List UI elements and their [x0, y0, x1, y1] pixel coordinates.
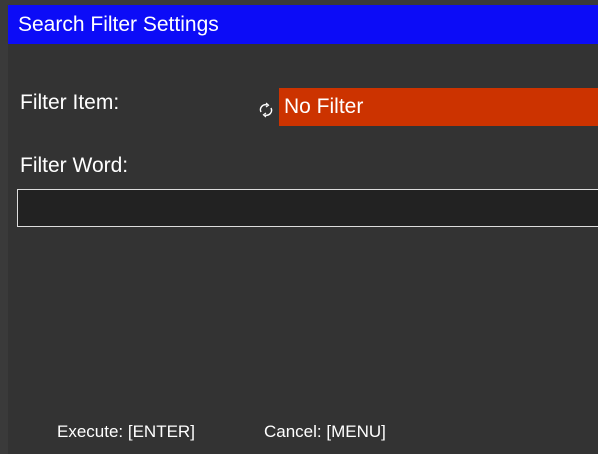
filter-item-selector[interactable]: No Filter — [279, 88, 598, 126]
settings-panel: Filter Item: No Filter Filter Word: Exec… — [8, 44, 598, 454]
footer-hints: Execute: [ENTER] Cancel: [MENU] — [8, 422, 598, 446]
filter-item-label: Filter Item: — [20, 91, 120, 114]
filter-word-label: Filter Word: — [20, 154, 129, 177]
cycle-icon — [258, 102, 274, 118]
search-filter-screen: Search Filter Settings Filter Item: No F… — [0, 0, 598, 454]
filter-item-value: No Filter — [284, 95, 364, 118]
cancel-hint[interactable]: Cancel: [MENU] — [264, 422, 386, 442]
filter-word-input[interactable] — [17, 189, 598, 227]
window-title: Search Filter Settings — [18, 12, 219, 36]
execute-hint[interactable]: Execute: [ENTER] — [57, 422, 195, 442]
title-bar: Search Filter Settings — [8, 5, 598, 44]
